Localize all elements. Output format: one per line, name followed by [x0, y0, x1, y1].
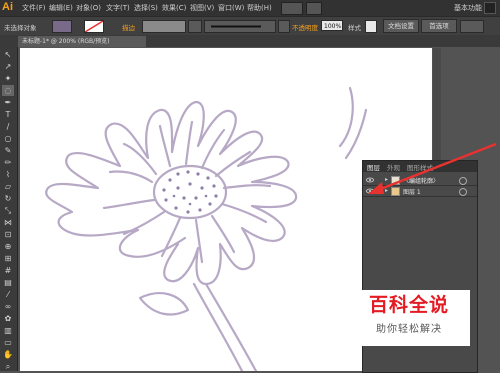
menu-edit[interactable]: 编辑(E): [49, 3, 73, 13]
menu-object[interactable]: 对象(O): [76, 3, 101, 13]
tools-panel: ↖ ↗ ✦ ◌ ✒ T ∕ ○ ✎ ✏ ⌇ ▱ ↻ ⤡ ⋈ ⊡ ⊕ ⊞ # ▤ …: [0, 47, 18, 371]
preferences-button[interactable]: 首选项: [421, 19, 457, 33]
annotation-arrow: [368, 142, 497, 194]
lasso-tool-icon[interactable]: ◌: [2, 85, 14, 96]
opacity-field[interactable]: 100%: [321, 20, 343, 31]
magic-wand-tool-icon[interactable]: ✦: [2, 73, 14, 84]
workspace-switcher[interactable]: 基本功能: [454, 3, 482, 13]
stroke-swatch[interactable]: [84, 20, 104, 33]
profile-line-icon: [211, 25, 261, 28]
menu-view[interactable]: 视图(V): [190, 3, 214, 13]
control-bar: 未选择对象 描边 不透明度 100% 样式 文档设置 首选项: [0, 16, 500, 36]
menu-select[interactable]: 选择(S): [134, 3, 158, 13]
arrange-documents-button[interactable]: [306, 2, 322, 15]
free-transform-tool-icon[interactable]: ⊡: [2, 229, 14, 240]
direct-selection-tool-icon[interactable]: ↗: [2, 61, 14, 72]
menu-type[interactable]: 文字(T): [106, 3, 130, 13]
type-tool-icon[interactable]: T: [2, 109, 14, 120]
pen-tool-icon[interactable]: ✒: [2, 97, 14, 108]
app-logo: Ai: [2, 1, 13, 13]
menu-window[interactable]: 窗口(W): [218, 3, 244, 13]
paintbrush-tool-icon[interactable]: ✎: [2, 145, 14, 156]
search-icon[interactable]: [484, 2, 496, 14]
style-label: 样式: [348, 24, 361, 32]
menu-file[interactable]: 文件(F): [22, 3, 46, 13]
artboard-tool-icon[interactable]: ▭: [2, 337, 14, 348]
ellipse-tool-icon[interactable]: ○: [2, 133, 14, 144]
brush-dropdown[interactable]: [278, 20, 290, 33]
bridge-button[interactable]: [281, 2, 303, 15]
hand-tool-icon[interactable]: ✋: [2, 349, 14, 360]
line-tool-icon[interactable]: ∕: [2, 121, 14, 132]
document-setup-button[interactable]: 文档设置: [383, 19, 419, 33]
rotate-tool-icon[interactable]: ↻: [2, 193, 14, 204]
symbol-sprayer-tool-icon[interactable]: ✿: [2, 313, 14, 324]
shape-builder-tool-icon[interactable]: ⊕: [2, 241, 14, 252]
watermark-title: 百科全说: [368, 294, 449, 316]
watermark: 百科全说 助你轻松解决: [348, 290, 470, 346]
stroke-label[interactable]: 描边: [122, 22, 135, 32]
no-stroke-icon: [85, 21, 103, 32]
width-tool-icon[interactable]: ⋈: [2, 217, 14, 228]
eraser-tool-icon[interactable]: ▱: [2, 181, 14, 192]
style-swatch[interactable]: [365, 20, 377, 33]
selection-tool-icon[interactable]: ↖: [2, 49, 14, 60]
arrange-icon[interactable]: [460, 20, 484, 33]
fill-swatch[interactable]: [52, 20, 72, 33]
blob-brush-tool-icon[interactable]: ⌇: [2, 169, 14, 180]
watermark-subtitle: 助你轻松解决: [376, 324, 442, 335]
stroke-weight-dropdown[interactable]: [188, 20, 202, 33]
mesh-tool-icon[interactable]: #: [2, 265, 14, 276]
stroke-weight-field[interactable]: [142, 20, 186, 33]
scale-tool-icon[interactable]: ⤡: [2, 205, 14, 216]
zoom-tool-icon[interactable]: ⌕: [2, 361, 14, 372]
menu-effect[interactable]: 效果(C): [162, 3, 186, 13]
variable-width-profile[interactable]: [204, 20, 276, 33]
menu-bar: Ai 文件(F) 编辑(E) 对象(O) 文字(T) 选择(S) 效果(C) 视…: [0, 0, 500, 16]
perspective-grid-tool-icon[interactable]: ⊞: [2, 253, 14, 264]
gradient-tool-icon[interactable]: ▤: [2, 277, 14, 288]
selection-status: 未选择对象: [4, 24, 37, 32]
opacity-label[interactable]: 不透明度: [292, 22, 318, 32]
graph-tool-icon[interactable]: ▥: [2, 325, 14, 336]
blend-tool-icon[interactable]: ∞: [2, 301, 14, 312]
pencil-tool-icon[interactable]: ✏: [2, 157, 14, 168]
eyedropper-tool-icon[interactable]: ⁄: [2, 289, 14, 300]
menu-help[interactable]: 帮助(H): [247, 3, 272, 13]
document-tab[interactable]: 未标题-1* @ 200% (RGB/预览): [18, 36, 146, 47]
